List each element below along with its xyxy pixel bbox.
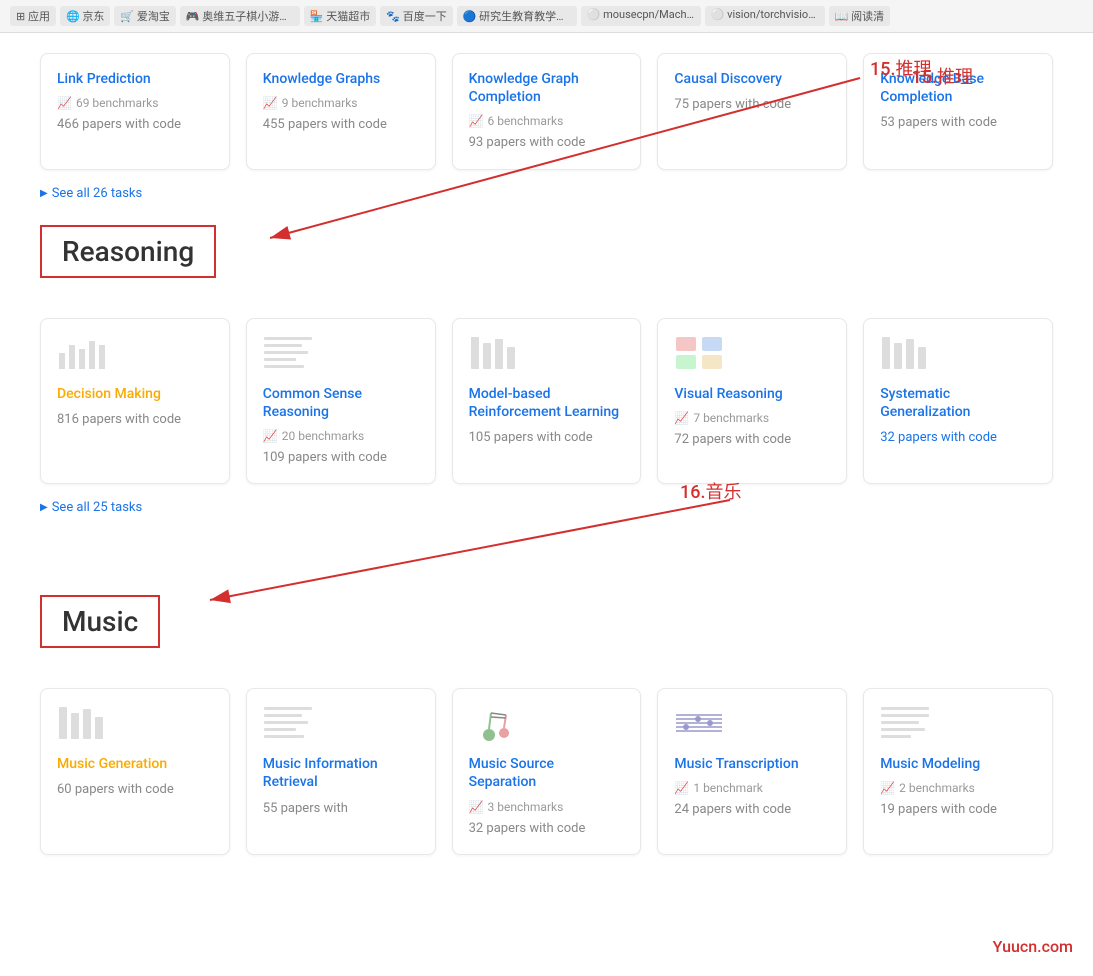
card-papers: 105 papers with code (469, 429, 625, 447)
chart-icon: 📈 (674, 781, 689, 795)
tab-tmall[interactable]: 🏪 天猫超市 (304, 6, 376, 26)
card-title: Music Generation (57, 755, 213, 773)
card-title: Knowledge Base Completion (880, 70, 1036, 106)
chart-icon: 📈 (263, 429, 278, 443)
watermark: Yuucn.com (993, 937, 1073, 956)
see-all-25-area: See all 25 tasks 16.音乐 (40, 500, 1053, 515)
chart-icon: 📈 (469, 800, 484, 814)
see-all-25-link[interactable]: See all 25 tasks (40, 500, 1053, 515)
card-papers: 816 papers with code (57, 411, 213, 429)
card-title: Music Transcription (674, 755, 830, 773)
card-papers: 55 papers with (263, 800, 419, 818)
card-benchmarks: 📈 6 benchmarks (469, 114, 625, 128)
card-music-modeling[interactable]: Music Modeling 📈 2 benchmarks 19 papers … (863, 688, 1053, 855)
card-title: Visual Reasoning (674, 385, 830, 403)
reasoning-cards-row: Decision Making 816 papers with code Com… (40, 318, 1053, 485)
card-title: Music Information Retrieval (263, 755, 419, 791)
card-causal-discovery[interactable]: Causal Discovery 75 papers with code (657, 53, 847, 170)
browser-bar: ⊞ 应用 🌐 京东 🛒 爱淘宝 🎮 奥维五子棋小游戏... 🏪 天猫超市 🐾 百… (0, 0, 1093, 33)
card-papers: 109 papers with code (263, 449, 419, 467)
card-benchmarks: 📈 69 benchmarks (57, 96, 213, 110)
chart-icon: 📈 (263, 96, 278, 110)
tab-jd[interactable]: 🌐 京东 (60, 6, 110, 26)
card-benchmarks: 📈 9 benchmarks (263, 96, 419, 110)
tab-github2[interactable]: ⚪ vision/torchvision... (705, 6, 825, 26)
card-title: Causal Discovery (674, 70, 830, 88)
music-information-icon (263, 705, 313, 745)
card-knowledge-base-completion[interactable]: Knowledge Base Completion 53 papers with… (863, 53, 1053, 170)
card-decision-making[interactable]: Decision Making 816 papers with code (40, 318, 230, 485)
card-papers: 455 papers with code (263, 116, 419, 134)
top-cards-row: Link Prediction 📈 69 benchmarks 466 pape… (40, 43, 1053, 170)
tab-game[interactable]: 🎮 奥维五子棋小游戏... (180, 6, 300, 26)
card-title: Music Source Separation (469, 755, 625, 791)
chart-icon: 📈 (674, 411, 689, 425)
card-papers: 466 papers with code (57, 116, 213, 134)
card-papers: 32 papers with code (880, 429, 1036, 447)
chart-icon: 📈 (469, 114, 484, 128)
tab-edu[interactable]: 🔵 研究生教育教学管... (457, 6, 577, 26)
card-benchmarks: 📈 7 benchmarks (674, 411, 830, 425)
reasoning-title: Reasoning (40, 225, 216, 278)
card-model-based-rl[interactable]: Model-based Reinforcement Learning 105 p… (452, 318, 642, 485)
card-benchmarks: 📈 1 benchmark (674, 781, 830, 795)
music-source-icon (469, 705, 519, 745)
tab-baidu[interactable]: 🐾 百度一下 (380, 6, 452, 26)
decision-making-icon (57, 335, 107, 375)
card-link-prediction[interactable]: Link Prediction 📈 69 benchmarks 466 pape… (40, 53, 230, 170)
card-systematic-generalization[interactable]: Systematic Generalization 32 papers with… (863, 318, 1053, 485)
card-title: Systematic Generalization (880, 385, 1036, 421)
card-knowledge-graphs[interactable]: Knowledge Graphs 📈 9 benchmarks 455 pape… (246, 53, 436, 170)
card-music-information-retrieval[interactable]: Music Information Retrieval 55 papers wi… (246, 688, 436, 855)
model-based-rl-icon (469, 335, 519, 375)
card-papers: 24 papers with code (674, 801, 830, 819)
card-title: Knowledge Graph Completion (469, 70, 625, 106)
tab-apps[interactable]: ⊞ 应用 (10, 6, 56, 26)
music-title: Music (40, 595, 160, 648)
see-all-26-link[interactable]: See all 26 tasks (40, 186, 1053, 201)
music-transcription-icon (674, 705, 724, 745)
chart-icon: 📈 (880, 781, 895, 795)
music-generation-icon (57, 705, 107, 745)
card-title: Link Prediction (57, 70, 213, 88)
visual-reasoning-icon (674, 335, 724, 375)
music-section-header: Music (40, 595, 1053, 668)
card-common-sense-reasoning[interactable]: Common Sense Reasoning 📈 20 benchmarks 1… (246, 318, 436, 485)
tab-github1[interactable]: ⚪ mousecpn/Machi... (581, 6, 701, 26)
tab-read[interactable]: 📖 阅读清 (829, 6, 890, 26)
card-visual-reasoning[interactable]: Visual Reasoning 📈 7 benchmarks 72 paper… (657, 318, 847, 485)
tab-taobao[interactable]: 🛒 爱淘宝 (114, 6, 175, 26)
card-papers: 53 papers with code (880, 114, 1036, 132)
chart-icon: 📈 (57, 96, 72, 110)
common-sense-icon (263, 335, 313, 375)
card-title: Music Modeling (880, 755, 1036, 773)
card-benchmarks: 📈 20 benchmarks (263, 429, 419, 443)
card-papers: 93 papers with code (469, 134, 625, 152)
reasoning-section-header: Reasoning (40, 225, 1053, 298)
music-cards-row: Music Generation 60 papers with code Mus… (40, 688, 1053, 855)
card-title: Knowledge Graphs (263, 70, 419, 88)
systematic-generalization-icon (880, 335, 930, 375)
card-title: Common Sense Reasoning (263, 385, 419, 421)
card-papers: 72 papers with code (674, 431, 830, 449)
card-music-source-separation[interactable]: Music Source Separation 📈 3 benchmarks 3… (452, 688, 642, 855)
card-benchmarks: 📈 3 benchmarks (469, 800, 625, 814)
card-music-transcription[interactable]: Music Transcription 📈 1 benchmark 24 pap… (657, 688, 847, 855)
card-papers: 32 papers with code (469, 820, 625, 838)
card-papers: 19 papers with code (880, 801, 1036, 819)
main-content: 15.推理 15.推理 Link Prediction 📈 69 benchma… (0, 43, 1093, 891)
music-modeling-icon (880, 705, 930, 745)
browser-tabs: ⊞ 应用 🌐 京东 🛒 爱淘宝 🎮 奥维五子棋小游戏... 🏪 天猫超市 🐾 百… (10, 6, 890, 26)
card-benchmarks: 📈 2 benchmarks (880, 781, 1036, 795)
card-knowledge-graph-completion[interactable]: Knowledge Graph Completion 📈 6 benchmark… (452, 53, 642, 170)
card-papers: 75 papers with code (674, 96, 830, 114)
card-title: Decision Making (57, 385, 213, 403)
card-papers: 60 papers with code (57, 781, 213, 799)
card-title: Model-based Reinforcement Learning (469, 385, 625, 421)
card-music-generation[interactable]: Music Generation 60 papers with code (40, 688, 230, 855)
